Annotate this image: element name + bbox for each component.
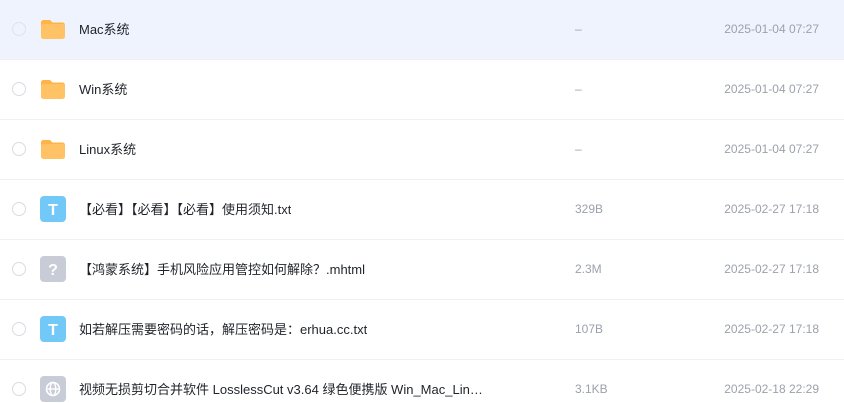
file-date: 2025-01-04 07:27 — [724, 22, 819, 36]
row-checkbox[interactable] — [12, 202, 26, 216]
folder-icon — [39, 75, 67, 103]
file-row[interactable]: Linux系统 – 2025-01-04 07:27 — [0, 120, 844, 180]
file-date: 2025-02-18 22:29 — [724, 382, 819, 396]
file-name[interactable]: Mac系统 — [79, 0, 130, 59]
file-row[interactable]: Mac系统 – 2025-01-04 07:27 — [0, 0, 844, 60]
file-date: 2025-01-04 07:27 — [724, 142, 819, 156]
svg-text:T: T — [48, 202, 58, 219]
unknown-file-icon: ? — [39, 255, 67, 283]
row-checkbox[interactable] — [12, 382, 26, 396]
file-row[interactable]: 视频无损剪切合并软件 LosslessCut v3.64 绿色便携版 Win_M… — [0, 360, 844, 403]
web-link-icon — [39, 375, 67, 403]
file-name[interactable]: Linux系统 — [79, 120, 136, 179]
file-row[interactable]: T 【必看】【必看】【必看】使用须知.txt 329B 2025-02-27 1… — [0, 180, 844, 240]
svg-text:?: ? — [48, 262, 58, 279]
file-row[interactable]: Win系统 – 2025-01-04 07:27 — [0, 60, 844, 120]
file-date: 2025-02-27 17:18 — [724, 262, 819, 276]
file-size: – — [575, 142, 582, 156]
file-size: 2.3M — [575, 262, 602, 276]
file-row[interactable]: ? 【鸿蒙系统】手机风险应用管控如何解除？.mhtml 2.3M 2025-02… — [0, 240, 844, 300]
file-name[interactable]: 【鸿蒙系统】手机风险应用管控如何解除？.mhtml — [79, 240, 365, 299]
row-checkbox[interactable] — [12, 142, 26, 156]
file-row[interactable]: T 如若解压需要密码的话，解压密码是：erhua.cc.txt 107B 202… — [0, 300, 844, 360]
file-size: – — [575, 22, 582, 36]
file-size: 329B — [575, 202, 604, 216]
file-name[interactable]: 如若解压需要密码的话，解压密码是：erhua.cc.txt — [79, 300, 367, 359]
file-name[interactable]: 【必看】【必看】【必看】使用须知.txt — [79, 180, 291, 239]
row-checkbox[interactable] — [12, 262, 26, 276]
file-date: 2025-01-04 07:27 — [724, 82, 819, 96]
file-date: 2025-02-27 17:18 — [724, 322, 819, 336]
file-list: Mac系统 – 2025-01-04 07:27 Win系统 – 2025-01… — [0, 0, 844, 403]
file-size: 107B — [575, 322, 604, 336]
row-checkbox[interactable] — [12, 22, 26, 36]
svg-text:T: T — [48, 322, 58, 339]
file-name[interactable]: 视频无损剪切合并软件 LosslessCut v3.64 绿色便携版 Win_M… — [79, 360, 483, 403]
file-name[interactable]: Win系统 — [79, 60, 127, 119]
text-file-icon: T — [39, 195, 67, 223]
folder-icon — [39, 15, 67, 43]
row-checkbox[interactable] — [12, 322, 26, 336]
text-file-icon: T — [39, 315, 67, 343]
folder-icon — [39, 135, 67, 163]
file-date: 2025-02-27 17:18 — [724, 202, 819, 216]
row-checkbox[interactable] — [12, 82, 26, 96]
file-size: 3.1KB — [575, 382, 608, 396]
file-size: – — [575, 82, 582, 96]
